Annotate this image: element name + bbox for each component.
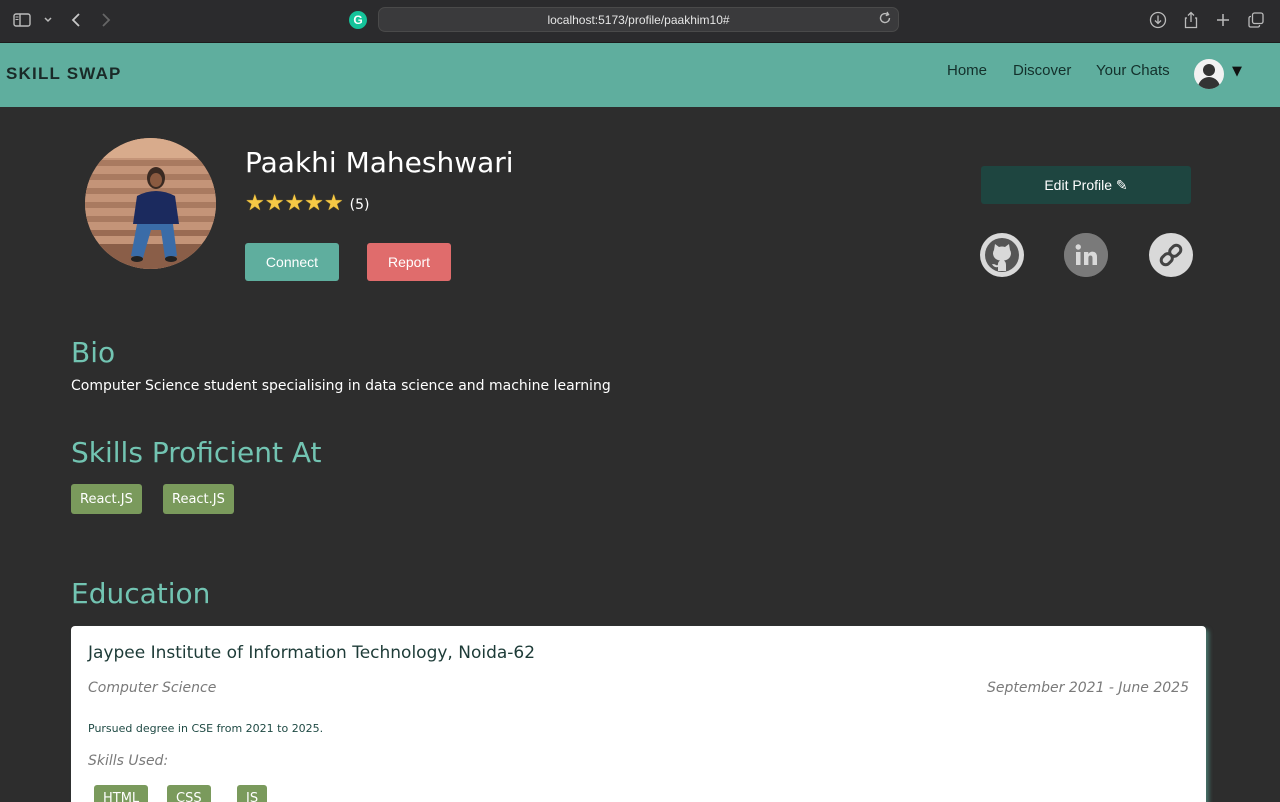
education-heading: Education [71,577,211,610]
skills-used-label: Skills Used: [88,753,169,769]
profile-name: Paakhi Maheshwari [245,146,514,179]
browser-toolbar: G localhost:5173/profile/paakhim10# [0,0,1280,43]
skill-used-chip: CSS [167,785,211,802]
bio-text: Computer Science student specialising in… [71,378,611,394]
reload-icon[interactable] [878,11,892,29]
download-icon[interactable] [1148,10,1168,30]
nav-home[interactable]: Home [947,62,987,79]
url-text: localhost:5173/profile/paakhim10# [547,13,730,27]
edit-profile-button[interactable]: Edit Profile ✎ [981,166,1191,204]
back-icon[interactable] [66,10,86,30]
connect-button[interactable]: Connect [245,243,339,281]
profile-photo [85,138,216,269]
report-button[interactable]: Report [367,243,451,281]
new-tab-icon[interactable] [1213,10,1233,30]
app-navbar: SKILL SWAP Home Discover Your Chats ▼ [0,43,1280,107]
education-description: Pursued degree in CSE from 2021 to 2025. [88,722,324,735]
sidebar-toggle-icon[interactable] [12,10,32,30]
skills-heading: Skills Proficient At [71,436,322,469]
education-dates: September 2021 - June 2025 [987,680,1189,696]
rating-stars: ★★★★★ (5) [245,191,369,216]
share-icon[interactable] [1181,10,1201,30]
education-card: Jaypee Institute of Information Technolo… [71,626,1206,802]
nav-discover[interactable]: Discover [1013,62,1071,79]
github-icon[interactable] [980,233,1024,277]
forward-icon[interactable] [96,10,116,30]
grammarly-icon[interactable]: G [349,11,367,29]
address-bar[interactable]: localhost:5173/profile/paakhim10# [378,7,899,32]
dropdown-caret-icon[interactable]: ▼ [1232,64,1242,79]
tabs-overview-icon[interactable] [1246,10,1266,30]
user-avatar-icon[interactable] [1194,59,1224,89]
chevron-down-icon[interactable] [38,10,58,30]
institution-name: Jaypee Institute of Information Technolo… [88,643,536,663]
link-icon[interactable] [1149,233,1193,277]
skill-chip: React.JS [71,484,142,514]
star-icons: ★★★★★ [245,191,344,216]
skill-chip: React.JS [163,484,234,514]
rating-count: (5) [349,197,370,213]
skill-used-chip: JS [237,785,268,802]
field-of-study: Computer Science [88,680,217,696]
skill-used-chip: HTML [94,785,149,802]
bio-heading: Bio [71,336,116,369]
brand-logo[interactable]: SKILL SWAP [6,64,122,84]
linkedin-icon[interactable] [1064,233,1108,277]
nav-your-chats[interactable]: Your Chats [1096,62,1170,79]
